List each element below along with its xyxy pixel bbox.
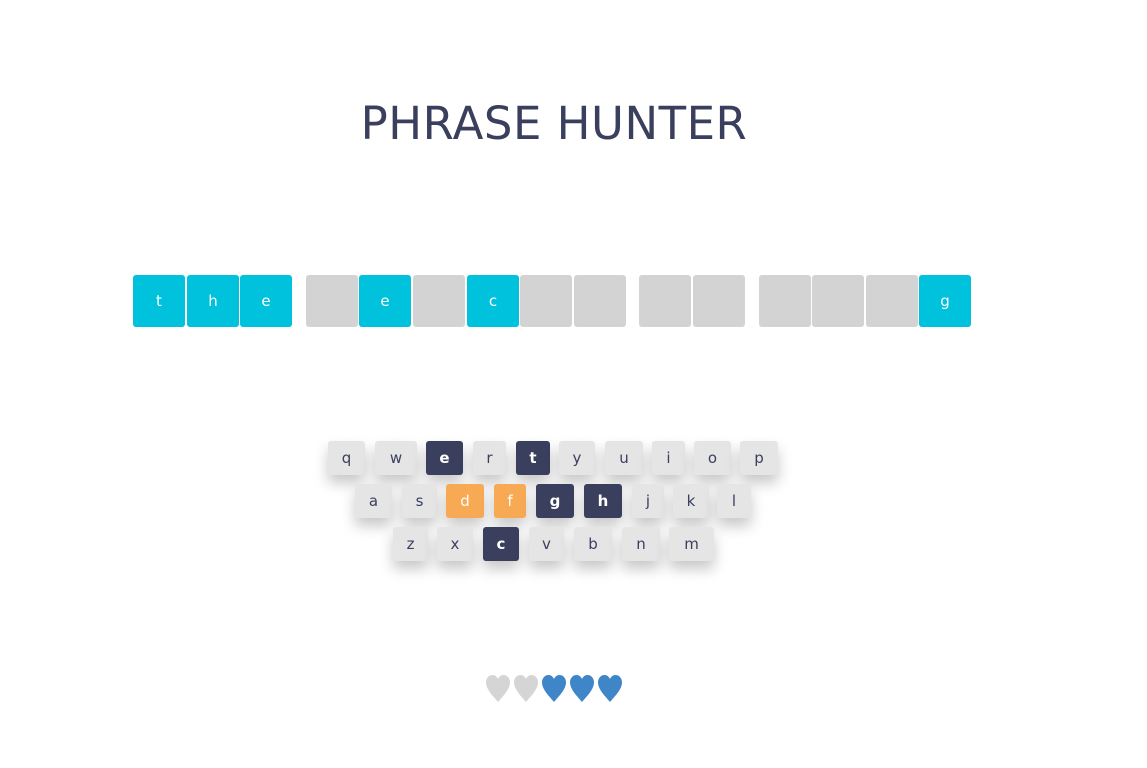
keyboard-row-2: asdfghjkl: [0, 484, 1147, 518]
key-u[interactable]: u: [605, 441, 643, 475]
key-x[interactable]: x: [437, 527, 473, 561]
key-n[interactable]: n: [622, 527, 660, 561]
letter-tile: [759, 275, 811, 327]
heart-icon: [568, 672, 596, 706]
letter-tile: [866, 275, 918, 327]
heart-icon: [540, 672, 568, 706]
key-r[interactable]: r: [473, 441, 506, 475]
letter-tile: e: [359, 275, 411, 327]
key-a[interactable]: a: [355, 484, 392, 518]
heart-icon: [484, 672, 512, 706]
letter-tile: [574, 275, 626, 327]
keyboard-row-3: zxcvbnm: [0, 527, 1147, 561]
letter-tile: g: [919, 275, 971, 327]
key-e[interactable]: e: [426, 441, 463, 475]
letter-tile: [693, 275, 745, 327]
key-v[interactable]: v: [529, 527, 564, 561]
key-g[interactable]: g: [536, 484, 574, 518]
letter-tile: [639, 275, 691, 327]
key-s[interactable]: s: [402, 484, 437, 518]
letter-tile: [812, 275, 864, 327]
letter-tile: [306, 275, 358, 327]
letter-tile: e: [240, 275, 292, 327]
key-t[interactable]: t: [516, 441, 550, 475]
scoreboard: [484, 672, 624, 706]
letter-tile: t: [133, 275, 185, 327]
key-i[interactable]: i: [652, 441, 685, 475]
key-h[interactable]: h: [584, 484, 622, 518]
key-j[interactable]: j: [632, 484, 664, 518]
key-q[interactable]: q: [328, 441, 365, 475]
key-z[interactable]: z: [393, 527, 428, 561]
phrase-display: theecg: [0, 275, 1147, 327]
key-f[interactable]: f: [494, 484, 526, 518]
page-title: PHRASE HUNTER: [360, 97, 748, 150]
key-k[interactable]: k: [673, 484, 709, 518]
key-o[interactable]: o: [694, 441, 731, 475]
key-l[interactable]: l: [717, 484, 751, 518]
key-m[interactable]: m: [669, 527, 714, 561]
heart-icon: [512, 672, 540, 706]
heart-icon: [596, 672, 624, 706]
letter-tile: h: [187, 275, 239, 327]
key-w[interactable]: w: [375, 441, 417, 475]
key-d[interactable]: d: [446, 484, 484, 518]
key-c[interactable]: c: [483, 527, 519, 561]
letter-tile: c: [467, 275, 519, 327]
letter-tile: [520, 275, 572, 327]
keyboard-row-1: qwertyuiop: [0, 441, 1147, 475]
key-b[interactable]: b: [574, 527, 612, 561]
key-y[interactable]: y: [559, 441, 595, 475]
key-p[interactable]: p: [740, 441, 778, 475]
letter-tile: [413, 275, 465, 327]
